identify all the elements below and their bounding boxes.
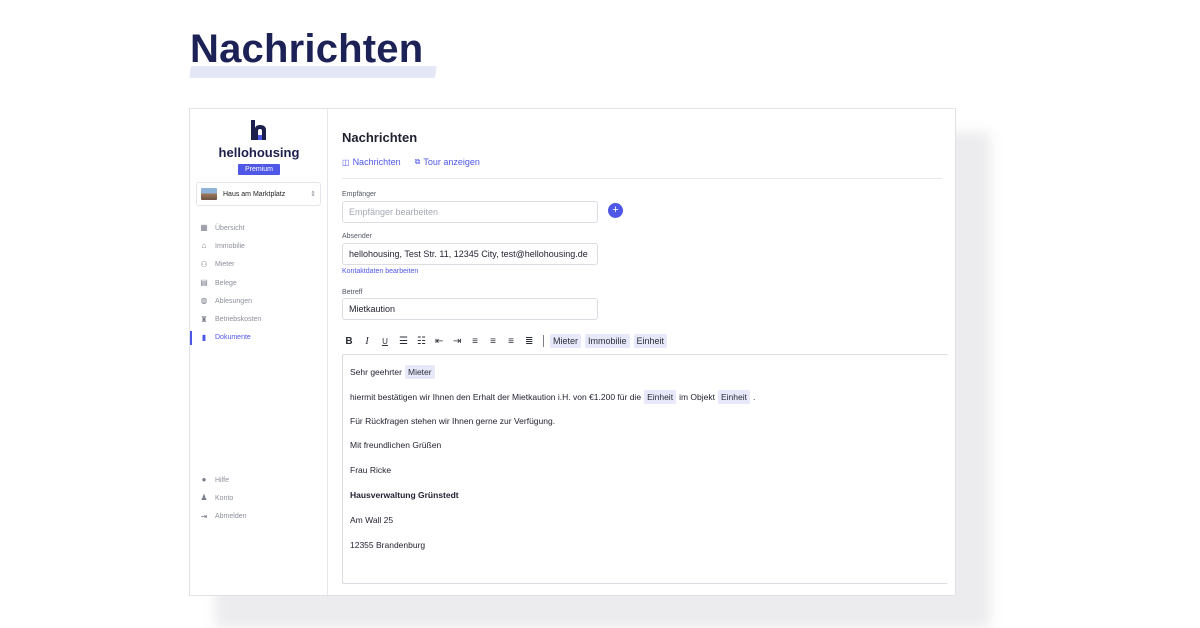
- sidebar-item-label: Belege: [215, 279, 237, 287]
- city-line: 12355 Brandenburg: [350, 540, 426, 550]
- user-icon: ♟: [200, 493, 208, 503]
- insert-mieter-button[interactable]: Mieter: [550, 334, 582, 348]
- company-line: Hausverwaltung Grünstedt: [350, 490, 459, 500]
- sidebar-item-belege[interactable]: ▤ Belege: [190, 274, 328, 292]
- subject-label: Betreff: [342, 289, 363, 296]
- costs-icon: ♜: [200, 314, 208, 324]
- divider: [342, 178, 942, 179]
- signer-line: Frau Ricke: [350, 465, 392, 475]
- sender-field[interactable]: hellohousing, Test Str. 11, 12345 City, …: [342, 243, 598, 265]
- logo-icon: [251, 120, 266, 140]
- align-justify-icon[interactable]: ≣: [525, 336, 533, 347]
- gauge-icon: ◍: [200, 296, 208, 306]
- align-right-icon[interactable]: ≡: [507, 336, 515, 347]
- premium-badge: Premium: [238, 164, 280, 175]
- external-link-icon: ⧉: [414, 157, 421, 166]
- sidebar-item-label: Abmelden: [215, 513, 247, 521]
- editor-toolbar: B I U ☰ ☷ ⇤ ⇥ ≡ ≡ ≡ ≣ Mieter Immobilie E…: [345, 333, 671, 349]
- sidebar-item-label: Dokumente: [215, 334, 251, 342]
- numbered-list-icon[interactable]: ☷: [417, 336, 426, 347]
- chevron-updown-icon: ⇕: [310, 191, 316, 198]
- sidebar-item-konto[interactable]: ♟ Konto: [190, 489, 328, 507]
- sub-links: ◫ Nachrichten ⧉ Tour anzeigen: [342, 157, 480, 167]
- sidebar-item-abmelden[interactable]: ⇥ Abmelden: [190, 508, 328, 526]
- sidebar-item-label: Ablesungen: [215, 297, 252, 305]
- sender-label: Absender: [342, 233, 372, 240]
- sidebar-item-dokumente[interactable]: ▮ Dokumente: [190, 329, 328, 347]
- help-icon: ●: [201, 475, 207, 485]
- edit-contact-link[interactable]: Kontaktdaten bearbeiten: [342, 268, 418, 275]
- messages-link-label: Nachrichten: [352, 157, 401, 167]
- tour-link-label: Tour anzeigen: [423, 157, 480, 167]
- sidebar-item-label: Konto: [215, 494, 234, 502]
- outdent-icon[interactable]: ⇤: [435, 336, 443, 347]
- align-center-icon[interactable]: ≡: [489, 336, 497, 347]
- body-line-1: hiermit bestätigen wir Ihnen den Erhalt …: [350, 390, 755, 404]
- message-editor[interactable]: Sehr geehrter Mieter hiermit bestätigen …: [342, 354, 948, 584]
- subject-field[interactable]: Mietkaution: [342, 298, 598, 320]
- hero-title-wrap: Nachrichten: [189, 26, 437, 78]
- dashboard-icon: ▦: [200, 223, 208, 233]
- body-text-1b: im Objekt: [679, 392, 715, 402]
- underline-button[interactable]: U: [381, 337, 389, 346]
- hero-title: Nachrichten: [190, 27, 424, 71]
- app-window: hellohousing Premium Haus am Marktplatz …: [189, 108, 956, 596]
- body-text-1c: .: [752, 392, 756, 402]
- einheit-tag: Einheit: [644, 390, 677, 404]
- messages-link[interactable]: ◫ Nachrichten: [342, 157, 401, 167]
- recipient-input[interactable]: Empfänger bearbeiten: [342, 201, 598, 223]
- sidebar-item-hilfe[interactable]: ● Hilfe: [190, 471, 328, 489]
- sidebar-item-label: Übersicht: [215, 224, 245, 232]
- page-title: Nachrichten: [342, 130, 418, 145]
- brand-name: hellohousing: [218, 145, 300, 160]
- property-thumbnail: [201, 188, 217, 200]
- street-line: Am Wall 25: [350, 515, 394, 525]
- add-recipient-button[interactable]: +: [608, 203, 623, 218]
- greeting-text: Sehr geehrter: [350, 367, 402, 377]
- recipient-label: Empfänger: [342, 191, 377, 198]
- sidebar-item-label: Mieter: [215, 261, 235, 269]
- italic-button[interactable]: I: [363, 336, 371, 347]
- sidebar-item-betriebskosten[interactable]: ♜ Betriebskosten: [190, 310, 328, 328]
- sidebar: hellohousing Premium Haus am Marktplatz …: [190, 109, 328, 595]
- bullet-list-icon[interactable]: ☰: [399, 336, 408, 347]
- mieter-tag: Mieter: [404, 365, 435, 379]
- body-text-1a: hiermit bestätigen wir Ihnen den Erhalt …: [350, 392, 642, 402]
- sidebar-nav: ▦ Übersicht ⌂ Immobilie ⚇ Mieter ▤ Beleg…: [190, 219, 328, 347]
- bold-button[interactable]: B: [345, 336, 353, 347]
- users-icon: ⚇: [200, 259, 208, 269]
- logout-icon: ⇥: [200, 511, 208, 521]
- body-line-2: Für Rückfragen stehen wir Ihnen gerne zu…: [350, 416, 556, 426]
- einheit-tag: Einheit: [717, 390, 750, 404]
- receipt-icon: ▤: [200, 278, 208, 288]
- indent-icon[interactable]: ⇥: [453, 336, 461, 347]
- home-icon: ⌂: [201, 241, 207, 251]
- property-selector[interactable]: Haus am Marktplatz ⇕: [196, 182, 321, 206]
- sidebar-bottom-nav: ● Hilfe ♟ Konto ⇥ Abmelden: [190, 471, 328, 526]
- book-icon: ◫: [342, 157, 350, 167]
- sidebar-item-immobilie[interactable]: ⌂ Immobilie: [190, 237, 328, 255]
- greeting-line: Sehr geehrter Mieter: [350, 365, 438, 379]
- closing-line: Mit freundlichen Grüßen: [350, 440, 442, 450]
- tour-link[interactable]: ⧉ Tour anzeigen: [415, 157, 480, 167]
- sidebar-item-mieter[interactable]: ⚇ Mieter: [190, 256, 328, 274]
- align-left-icon[interactable]: ≡: [471, 336, 479, 347]
- sidebar-item-label: Betriebskosten: [215, 316, 262, 324]
- toolbar-separator: [543, 335, 544, 347]
- sidebar-item-label: Immobilie: [215, 242, 245, 250]
- property-name: Haus am Marktplatz: [223, 190, 286, 198]
- document-icon: ▮: [201, 332, 207, 342]
- sidebar-item-uebersicht[interactable]: ▦ Übersicht: [190, 219, 328, 237]
- main-content: Nachrichten ◫ Nachrichten ⧉ Tour anzeige…: [328, 109, 955, 595]
- sidebar-item-label: Hilfe: [215, 476, 230, 484]
- sidebar-item-ablesungen[interactable]: ◍ Ablesungen: [190, 292, 328, 310]
- insert-einheit-button[interactable]: Einheit: [633, 334, 668, 348]
- insert-immobilie-button[interactable]: Immobilie: [585, 334, 630, 348]
